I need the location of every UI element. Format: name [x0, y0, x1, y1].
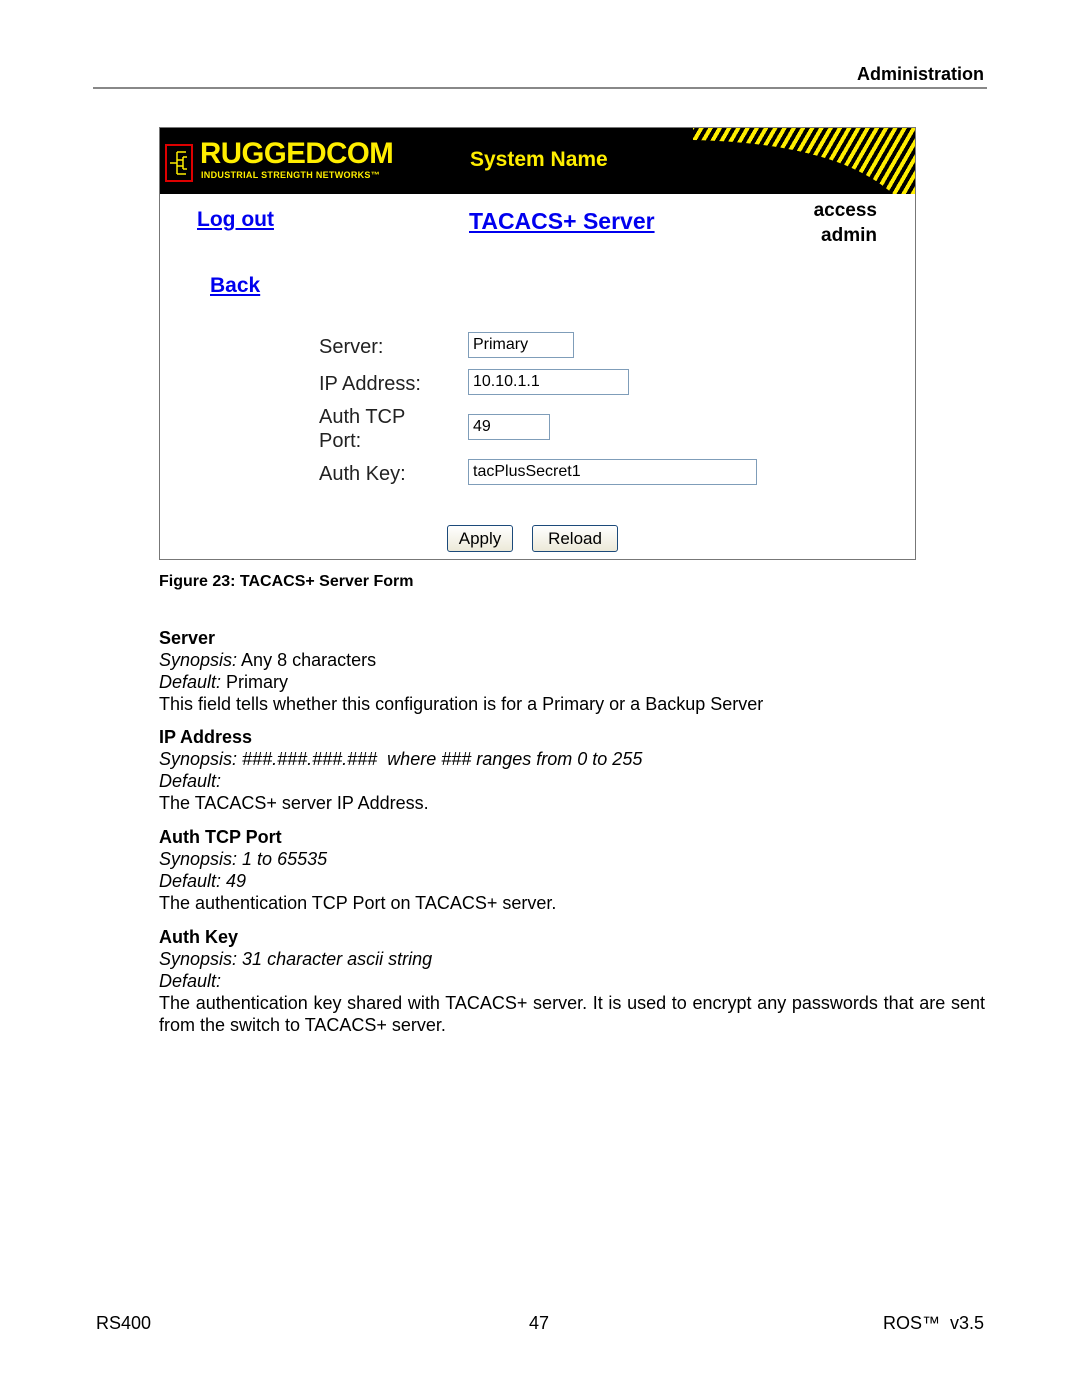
apply-button[interactable]: Apply: [447, 525, 513, 552]
auth-tcp-port-label: Auth TCP Port:: [319, 405, 405, 453]
section-auth-key: Auth Key Synopsis: 31 character ascii st…: [159, 926, 985, 1036]
ip-address-input[interactable]: [468, 369, 629, 395]
section-auth-tcp-port: Auth TCP Port Synopsis: 1 to 65535 Defau…: [159, 826, 985, 914]
server-input[interactable]: [468, 332, 574, 358]
auth-tcp-port-label-line2: Port:: [319, 430, 362, 452]
default-line: Default:: [159, 770, 985, 792]
auth-tcp-port-input[interactable]: [468, 414, 550, 440]
page-title[interactable]: TACACS+ Server: [469, 208, 655, 235]
synopsis-label: Synopsis:: [159, 949, 238, 969]
hazard-stripes-decoration: [693, 128, 915, 194]
synopsis-value: Any 8 characters: [237, 650, 377, 670]
brand-logo-text: RUGGEDCOM: [200, 137, 394, 170]
synopsis-line: Synopsis: Any 8 characters: [159, 649, 985, 671]
section-description: This field tells whether this configurat…: [159, 694, 764, 714]
synopsis-label: Synopsis:: [159, 749, 238, 769]
default-label: Default:: [159, 871, 222, 891]
app-banner: RUGGEDCOM INDUSTRIAL STRENGTH NETWORKS™ …: [160, 128, 915, 194]
back-link[interactable]: Back: [210, 274, 260, 298]
auth-key-label: Auth Key:: [319, 463, 406, 485]
default-value: 49: [221, 871, 247, 891]
footer-version: ROS™ v3.5: [882, 1313, 984, 1333]
synopsis-line: Synopsis: ###.###.###.### where ### rang…: [159, 748, 985, 770]
ip-address-label: IP Address:: [319, 373, 421, 395]
brand-tagline: INDUSTRIAL STRENGTH NETWORKS™: [201, 170, 381, 180]
footer-product: RS400: [96, 1313, 152, 1333]
footer-page-number: 47: [529, 1313, 550, 1333]
section-server: Server Synopsis: Any 8 characters Defaul…: [159, 627, 985, 715]
header-divider: [93, 87, 987, 89]
server-label: Server:: [319, 336, 384, 358]
section-heading: IP Address: [159, 727, 253, 747]
default-label: Default:: [159, 971, 222, 991]
synopsis-line: Synopsis: 31 character ascii string: [159, 948, 985, 970]
default-line: Default: Primary: [159, 671, 985, 693]
access-level: admin: [821, 225, 877, 246]
access-level-indicator: access admin: [814, 198, 877, 248]
logout-link[interactable]: Log out: [197, 208, 274, 232]
section-ip-address: IP Address Synopsis: ###.###.###.### whe…: [159, 726, 985, 814]
page-header-section-title: Administration: [856, 64, 984, 84]
synopsis-value: 1 to 65535: [237, 849, 328, 869]
system-name: System Name: [470, 148, 608, 171]
section-description: The authentication key shared with TACAC…: [159, 993, 985, 1035]
figure-caption: Figure 23: TACACS+ Server Form: [159, 573, 414, 590]
default-line: Default: 49: [159, 870, 985, 892]
synopsis-label: Synopsis:: [159, 849, 238, 869]
ruggedcom-logo-icon: [165, 144, 193, 182]
synopsis-value: ###.###.###.### where ### ranges from 0 …: [237, 749, 643, 769]
section-heading: Auth Key: [159, 927, 239, 947]
synopsis-value: 31 character ascii string: [237, 949, 433, 969]
section-heading: Auth TCP Port: [159, 827, 282, 847]
access-label: access: [813, 200, 877, 221]
reload-button[interactable]: Reload: [532, 525, 618, 552]
auth-key-input[interactable]: [468, 459, 757, 485]
auth-tcp-port-label-line1: Auth TCP: [319, 406, 406, 428]
default-label: Default:: [159, 771, 222, 791]
section-heading: Server: [159, 628, 216, 648]
synopsis-line: Synopsis: 1 to 65535: [159, 848, 985, 870]
default-value: Primary: [221, 672, 289, 692]
default-label: Default:: [159, 672, 222, 692]
tacacs-server-form-screenshot: RUGGEDCOM INDUSTRIAL STRENGTH NETWORKS™ …: [159, 127, 916, 560]
section-description: The authentication TCP Port on TACACS+ s…: [159, 893, 557, 913]
section-description: The TACACS+ server IP Address.: [159, 793, 429, 813]
synopsis-label: Synopsis:: [159, 650, 238, 670]
default-line: Default:: [159, 970, 985, 992]
